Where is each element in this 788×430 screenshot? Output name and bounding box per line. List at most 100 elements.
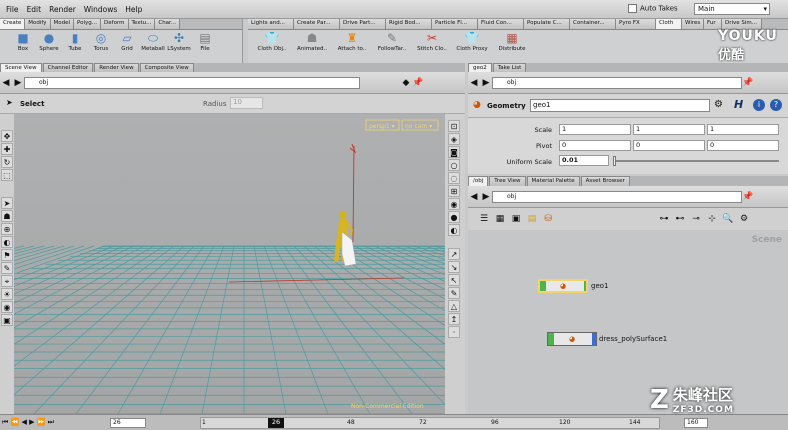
back-icon[interactable]: ◀ [468, 77, 480, 89]
shelf-tab[interactable]: Populate C... [524, 19, 570, 29]
light-tool-icon[interactable]: ☀ [1, 288, 13, 300]
network-editor[interactable]: Scene ◕ geo1 ◕ dress_polySurface1 [468, 230, 788, 414]
color-icon[interactable]: ▣ [510, 213, 522, 225]
shelf-tool-cloth-proxy[interactable]: 👕 Cloth Proxy [452, 31, 492, 52]
network-box-icon[interactable]: ⛁ [542, 213, 554, 225]
gear-icon[interactable]: ⚙ [714, 99, 723, 110]
scene-viewport[interactable]: persp1 ▾ no cam ▾ Non-Commercial Edition [14, 114, 445, 414]
current-frame-marker[interactable]: 26 [268, 418, 284, 428]
rotate-tool-icon[interactable]: ↻ [1, 156, 13, 168]
tree-icon[interactable]: ⊸ [690, 213, 702, 225]
view-tool-icon[interactable]: ◐ [1, 236, 13, 248]
points-icon[interactable]: · [448, 326, 460, 338]
menu-help[interactable]: Help [123, 5, 144, 14]
camera-icon[interactable]: ◙ [448, 146, 460, 158]
scale-tool-icon[interactable]: ⬚ [1, 169, 13, 181]
shelf-tab[interactable]: Textu... [128, 19, 156, 29]
left-path-field[interactable]: obj [24, 76, 360, 89]
desktop-select[interactable]: Main ▾ [694, 3, 770, 15]
shelf-tab[interactable]: Lights and... [248, 19, 294, 29]
zoom-icon[interactable]: 🔍 [722, 213, 734, 225]
handle-tool-icon[interactable]: ⊕ [1, 223, 13, 235]
help-icon[interactable]: ? [770, 99, 782, 111]
shelf-tool-stitch-cloth[interactable]: ✂ Stitch Clo.. [412, 31, 452, 52]
tab-geo2[interactable]: geo2 [468, 63, 492, 72]
tab-take-list[interactable]: Take List [492, 63, 527, 72]
tab-obj[interactable]: /obj [468, 176, 489, 186]
menu-edit[interactable]: Edit [25, 5, 44, 14]
radius-field[interactable]: 10 [230, 97, 263, 109]
shelf-tool-lsystem[interactable]: ✣ LSystem [166, 31, 192, 52]
pin-icon[interactable]: 📌 [742, 191, 754, 203]
shelf-tab[interactable]: Cloth [656, 19, 682, 29]
display-options-icon[interactable]: ◉ [448, 198, 460, 210]
shelf-tab[interactable]: Container... [570, 19, 616, 29]
tab-render-view[interactable]: Render View [94, 63, 139, 72]
tab-composite-view[interactable]: Composite View [139, 63, 194, 72]
pointer-tool-icon[interactable]: ➤ [1, 197, 13, 209]
bone-icon[interactable]: ↖ [448, 274, 460, 286]
sticky-note-icon[interactable]: ▤ [526, 213, 538, 225]
grid-view-icon[interactable]: ▦ [494, 213, 506, 225]
tab-asset-browser[interactable]: Asset Browser [580, 176, 630, 186]
shelf-tool-cloth-object[interactable]: 👕 Cloth Obj.. [252, 31, 292, 52]
tab-scene-view[interactable]: Scene View [0, 63, 42, 72]
uniform-scale-field[interactable]: 0.01 [559, 155, 609, 166]
shelf-tool-tube[interactable]: ▮ Tube [62, 31, 88, 52]
shelf-tool-torus[interactable]: ◎ Torus [88, 31, 114, 52]
scale-x-field[interactable]: 1 [559, 124, 631, 135]
move-tool-icon[interactable]: ✚ [1, 143, 13, 155]
wire-icon[interactable]: ⊹ [706, 213, 718, 225]
forward-icon[interactable]: ▶ [12, 77, 24, 89]
shelf-tab[interactable]: Wires [682, 19, 704, 29]
tab-tree-view[interactable]: Tree View [489, 176, 526, 186]
sphere-display-icon[interactable]: ● [448, 211, 460, 223]
snap-tool-icon[interactable]: ⚑ [1, 249, 13, 261]
auto-takes-toggle[interactable]: Auto Takes [628, 4, 678, 13]
shelf-tab[interactable]: Drive Part... [340, 19, 386, 29]
shelf-tool-metaball[interactable]: ⬭ Metaball [140, 31, 166, 52]
eye-icon[interactable]: ◈ [448, 133, 460, 145]
tab-channel-editor[interactable]: Channel Editor [42, 63, 94, 72]
select-tool-icon[interactable]: ✥ [1, 130, 13, 142]
shelf-tool-box[interactable]: ■ Box [10, 31, 36, 52]
shade-icon[interactable]: ○ [448, 159, 460, 171]
uniform-scale-slider[interactable] [613, 160, 779, 162]
end-frame-field[interactable]: 160 [684, 418, 708, 428]
ghost-icon[interactable]: ◐ [448, 224, 460, 236]
misc-tool-icon[interactable]: ▣ [1, 314, 13, 326]
scale-y-field[interactable]: 1 [633, 124, 705, 135]
camera-tool-icon[interactable]: ⌖ [1, 275, 13, 287]
tab-material-palette[interactable]: Material Palette [526, 176, 580, 186]
shelf-tab[interactable]: Particle Fl... [432, 19, 478, 29]
menu-file[interactable]: File [4, 5, 21, 14]
paint-tool-icon[interactable]: ✎ [1, 262, 13, 274]
list-icon[interactable]: ☰ [478, 213, 490, 225]
shelf-tab[interactable]: Modify [25, 19, 51, 29]
shelf-tool-distribute[interactable]: ▦ Distribute [492, 31, 532, 52]
shelf-tab[interactable]: Pyro FX [616, 19, 656, 29]
shelf-tool-sphere[interactable]: ● Sphere [36, 31, 62, 52]
shelf-tab[interactable]: Char... [155, 19, 181, 29]
scale-z-field[interactable]: 1 [707, 124, 779, 135]
network-path-field[interactable]: obj [492, 190, 742, 203]
forward-icon[interactable]: ▶ [480, 191, 492, 203]
edit-icon[interactable]: ✎ [448, 287, 460, 299]
shelf-tab[interactable]: Create Par... [294, 19, 340, 29]
shelf-tab[interactable]: Fluid Con... [478, 19, 524, 29]
help-h-icon[interactable]: H [734, 98, 743, 111]
align-icon[interactable]: ⊷ [674, 213, 686, 225]
snap-icon[interactable]: ⊞ [448, 185, 460, 197]
shelf-tool-animated[interactable]: ☗ Animated.. [292, 31, 332, 52]
back-icon[interactable]: ◀ [468, 191, 480, 203]
back-icon[interactable]: ◀ [0, 77, 12, 89]
shelf-tab[interactable]: Create [0, 19, 26, 29]
shelf-tool-attach[interactable]: ♜ Attach to.. [332, 31, 372, 52]
shelf-tab[interactable]: Rigid Bod... [386, 19, 432, 29]
render-tool-icon[interactable]: ◉ [1, 301, 13, 313]
slider-handle[interactable] [613, 156, 616, 166]
menu-render[interactable]: Render [47, 5, 78, 14]
pivot-x-field[interactable]: 0 [559, 140, 631, 151]
params-path-field[interactable]: obj [492, 76, 742, 89]
info-icon[interactable]: i [753, 99, 765, 111]
